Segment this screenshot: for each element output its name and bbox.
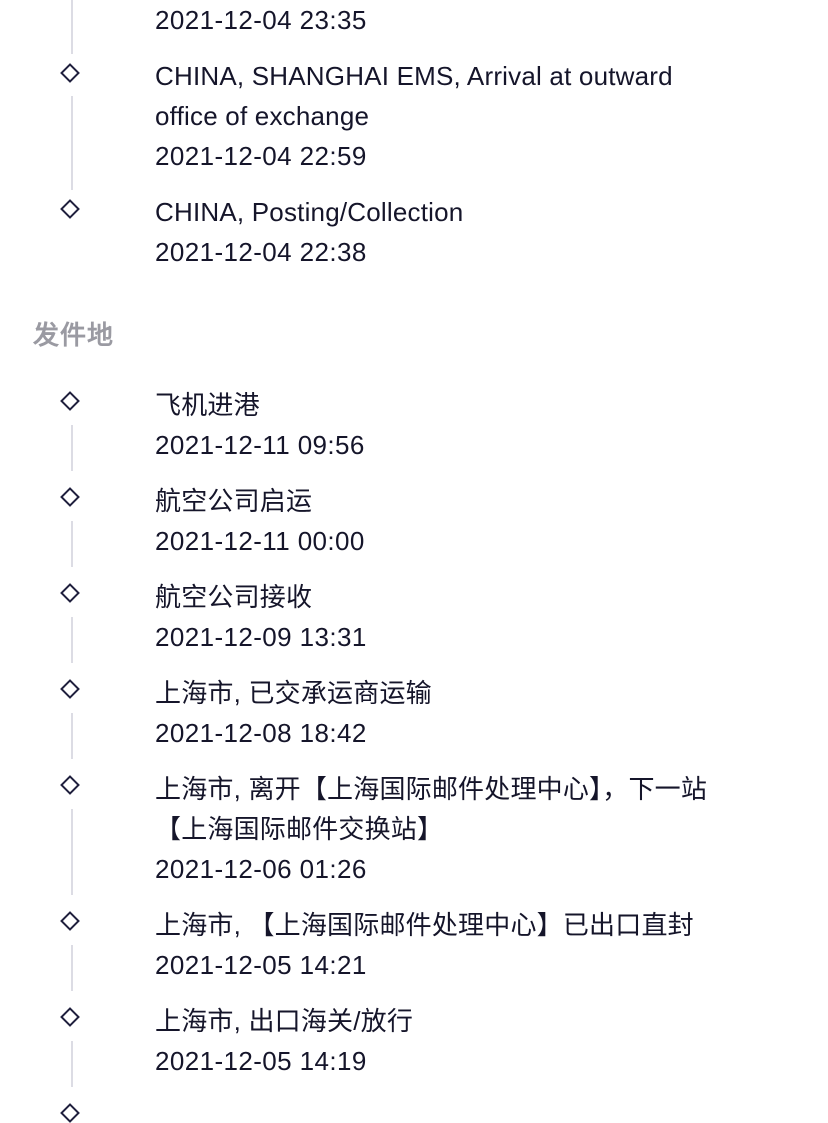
event-title-line: 上海市, 出口海关/放行 — [155, 1006, 414, 1036]
diamond-icon — [60, 391, 80, 411]
event-title-line: 航空公司接收 — [155, 582, 313, 612]
event-title-line: 上海市, 离开【上海国际邮件处理中心】，下一站 — [155, 774, 708, 804]
diamond-icon — [60, 775, 80, 795]
event-time: 2021-12-04 22:59 — [155, 141, 367, 171]
timeline-connector — [71, 945, 73, 991]
event-title-line: 上海市, 已交承运商运输 — [155, 678, 432, 708]
event-time: 2021-12-05 14:19 — [155, 1046, 367, 1076]
event-title: 上海市, 【上海国际邮件处理中心】已出口直封 — [155, 905, 795, 945]
event-title-line: CHINA, Posting/Collection — [155, 197, 464, 227]
event-title-line: 【上海国际邮件交换站】 — [155, 814, 444, 844]
event-title-line: office of exchange — [155, 101, 370, 131]
diamond-icon — [60, 1007, 80, 1027]
timeline-connector — [71, 809, 73, 895]
diamond-icon — [60, 911, 80, 931]
event-time: 2021-12-05 14:21 — [155, 950, 367, 980]
event-time: 2021-12-09 13:31 — [155, 622, 367, 652]
diamond-icon — [60, 679, 80, 699]
event-time: 2021-12-06 01:26 — [155, 854, 367, 884]
event-title: 飞机进港 — [155, 385, 795, 425]
event-time: 2021-12-04 23:35 — [155, 5, 367, 35]
diamond-icon — [60, 63, 80, 83]
diamond-icon — [60, 487, 80, 507]
event-title: 航空公司接收 — [155, 577, 795, 617]
event-title: 上海市, 离开【上海国际邮件处理中心】，下一站 【上海国际邮件交换站】 — [155, 769, 795, 849]
timeline-connector — [71, 96, 73, 190]
event-title-line: 上海市, 【上海国际邮件处理中心】已出口直封 — [155, 910, 694, 940]
event-time: 2021-12-04 22:38 — [155, 237, 367, 267]
event-title-line: 飞机进港 — [155, 390, 260, 420]
timeline-connector — [71, 1041, 73, 1087]
timeline-connector — [71, 713, 73, 759]
event-time: 2021-12-11 00:00 — [155, 526, 365, 556]
diamond-icon — [60, 199, 80, 219]
section-label-origin: 发件地 — [33, 320, 115, 350]
timeline-connector — [71, 0, 73, 54]
event-time: 2021-12-11 09:56 — [155, 430, 365, 460]
timeline-connector — [71, 425, 73, 471]
event-title-line: CHINA, SHANGHAI EMS, Arrival at outward — [155, 61, 673, 91]
event-title: CHINA, Posting/Collection — [155, 192, 795, 232]
event-title: 上海市, 出口海关/放行 — [155, 1001, 795, 1041]
diamond-icon — [60, 1103, 80, 1123]
event-title: CHINA, SHANGHAI EMS, Arrival at outward … — [155, 56, 795, 136]
timeline-connector — [71, 617, 73, 663]
event-time: 2021-12-08 18:42 — [155, 718, 367, 748]
diamond-icon — [60, 583, 80, 603]
event-title: 上海市, 已交承运商运输 — [155, 673, 795, 713]
event-title-line: 航空公司启运 — [155, 486, 313, 516]
event-title: 航空公司启运 — [155, 481, 795, 521]
timeline-connector — [71, 521, 73, 567]
